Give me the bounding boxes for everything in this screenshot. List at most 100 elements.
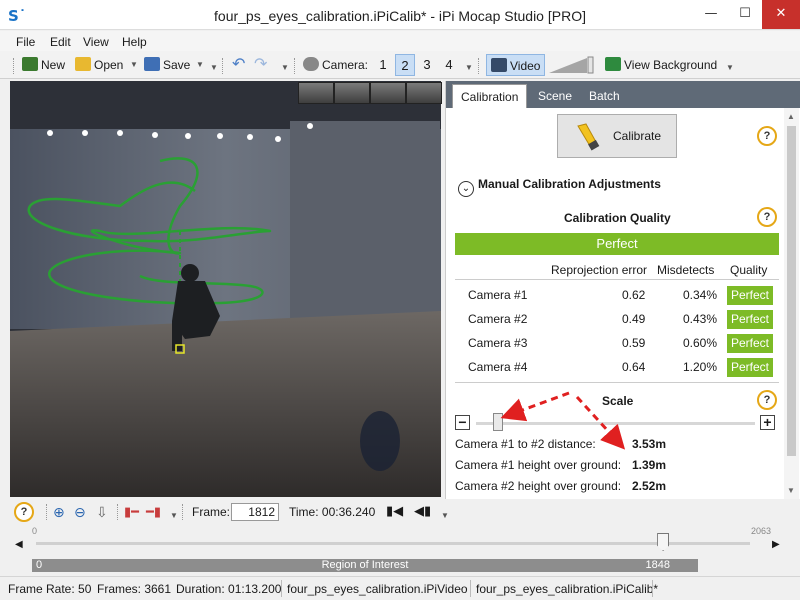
reprojection-error: 0.62: [622, 288, 646, 302]
camera-thumbnail[interactable]: [299, 83, 333, 103]
camera-3-button[interactable]: 3: [417, 54, 437, 76]
scale-increase-button[interactable]: +: [760, 415, 775, 430]
camera-4-button[interactable]: 4: [439, 54, 459, 76]
menu-help[interactable]: Help: [122, 35, 147, 49]
floppy-disk-icon: [144, 57, 160, 71]
zoom-out-icon[interactable]: ⊖: [74, 501, 86, 523]
camera-thumbnail[interactable]: [335, 83, 369, 103]
menu-edit[interactable]: Edit: [50, 35, 71, 49]
manual-adjustments-toggle[interactable]: ⌄ Manual Calibration Adjustments: [458, 177, 661, 197]
toolbar-grip[interactable]: [222, 58, 224, 74]
save-label: Save: [163, 58, 191, 72]
open-button[interactable]: Open: [75, 54, 123, 76]
camera-thumbnails[interactable]: [298, 82, 442, 104]
reprojection-error: 0.64: [622, 360, 646, 374]
region-of-interest-bar[interactable]: 0 Region of Interest 1848: [32, 559, 698, 572]
scale-help-icon[interactable]: ?: [757, 390, 777, 410]
reprojection-error: 0.59: [622, 336, 646, 350]
calibrate-help-icon[interactable]: ?: [757, 126, 777, 146]
tab-calibration[interactable]: Calibration: [452, 84, 528, 108]
zoom-in-icon[interactable]: ⊕: [53, 501, 65, 523]
toolbar-grip[interactable]: [478, 58, 480, 74]
camera-viewport[interactable]: [10, 81, 441, 497]
status-frames: Frames: 3661: [97, 582, 172, 596]
misdetects-value: 1.20%: [683, 360, 718, 374]
background-image-icon: [605, 57, 621, 71]
toolbar-overflow-icon[interactable]: ▼: [281, 63, 289, 72]
timeline-playhead[interactable]: [657, 533, 670, 551]
menu-file[interactable]: File: [16, 35, 35, 49]
quality-badge: Perfect: [727, 358, 773, 377]
camera-name: Camera #4: [468, 360, 528, 374]
film-icon: [491, 58, 507, 72]
toolbar-grip[interactable]: [46, 504, 48, 520]
step-back-icon[interactable]: ◀▮: [414, 500, 431, 522]
timeline-track[interactable]: [36, 542, 750, 545]
camera-thumbnail[interactable]: [371, 83, 405, 103]
title-bar: S˙ four_ps_eyes_calibration.iPiCalib* - …: [0, 0, 800, 30]
toolbar-overflow-icon[interactable]: ▼: [726, 63, 734, 72]
minimize-button[interactable]: —: [694, 0, 728, 29]
close-button[interactable]: ✕: [762, 0, 800, 29]
open-dropdown-icon[interactable]: ▼: [130, 60, 138, 69]
view-background-button[interactable]: View Background: [605, 54, 717, 76]
calibrate-label: Calibrate: [613, 129, 662, 143]
timeline-scroll-left-icon[interactable]: ◀: [15, 539, 23, 550]
camera-1-button[interactable]: 1: [373, 54, 393, 76]
timeline-help-icon[interactable]: ?: [14, 502, 34, 522]
camera-label: Camera:: [322, 58, 369, 72]
quality-badge: Perfect: [727, 310, 773, 329]
calibration-panel: Calibration Scene Batch Calibrate ? ⌄ Man…: [445, 81, 800, 499]
redo-icon[interactable]: ↷: [254, 54, 267, 76]
tab-batch[interactable]: Batch: [581, 84, 628, 108]
misdetects-value: 0.34%: [683, 288, 718, 302]
maximize-button[interactable]: ☐: [728, 0, 762, 29]
open-label: Open: [94, 58, 124, 72]
toolbar-overflow-icon[interactable]: ▼: [441, 511, 449, 520]
camera-name: Camera #3: [468, 336, 528, 350]
opacity-ramp-icon: [549, 56, 594, 74]
window-title: four_ps_eyes_calibration.iPiCalib* - iPi…: [214, 8, 586, 24]
camera-video-frame: [10, 81, 441, 497]
overall-quality-bar: Perfect: [455, 233, 779, 255]
go-to-start-icon[interactable]: ▮◀: [386, 500, 403, 522]
scroll-down-icon[interactable]: ▼: [787, 486, 795, 495]
toolbar-grip[interactable]: [117, 504, 119, 520]
frame-number-input[interactable]: 1812: [231, 503, 279, 521]
frame-label: Frame:: [192, 505, 231, 519]
panel-tabs: Calibration Scene Batch: [446, 81, 800, 108]
toolbar-overflow-icon[interactable]: ▼: [210, 63, 218, 72]
save-button[interactable]: Save: [144, 54, 190, 76]
camera-thumbnail[interactable]: [407, 83, 441, 103]
panel-scrollbar[interactable]: ▲ ▼: [784, 108, 799, 499]
camera-2-button[interactable]: 2: [395, 54, 415, 76]
roi-end-icon[interactable]: ━▮: [146, 501, 161, 523]
timeline[interactable]: 0 2063 ◀ ▶ 0 Region of Interest 1848: [0, 525, 800, 575]
quality-help-icon[interactable]: ?: [757, 207, 777, 227]
toolbar-overflow-icon[interactable]: ▼: [465, 63, 473, 72]
timeline-scroll-right-icon[interactable]: ▶: [772, 539, 780, 550]
toolbar-grip[interactable]: [13, 58, 15, 74]
menu-view[interactable]: View: [83, 35, 109, 49]
toolbar-grip[interactable]: [182, 504, 184, 520]
new-button[interactable]: New: [22, 54, 65, 76]
toolbar-overflow-icon[interactable]: ▼: [170, 511, 178, 520]
video-toggle-button[interactable]: Video: [486, 54, 546, 76]
scroll-up-icon[interactable]: ▲: [787, 112, 795, 121]
status-divider: [470, 580, 471, 597]
undo-icon[interactable]: ↶: [232, 54, 245, 76]
timeline-start: 0: [32, 526, 38, 536]
video-opacity-slider[interactable]: [547, 54, 595, 76]
calibrate-button[interactable]: Calibrate: [557, 114, 677, 158]
toolbar-grip[interactable]: [294, 58, 296, 74]
scrollbar-thumb[interactable]: [787, 126, 796, 456]
roi-label: Region of Interest: [321, 559, 409, 571]
zoom-fit-icon[interactable]: ⇩: [96, 501, 108, 523]
view-background-label: View Background: [624, 58, 718, 72]
tab-scene[interactable]: Scene: [530, 84, 580, 108]
annotation-arrows: [500, 391, 626, 450]
roi-start-icon[interactable]: ▮━: [124, 501, 139, 523]
save-dropdown-icon[interactable]: ▼: [196, 60, 204, 69]
height2-value: 2.52m: [632, 479, 667, 493]
scale-decrease-button[interactable]: −: [455, 415, 470, 430]
